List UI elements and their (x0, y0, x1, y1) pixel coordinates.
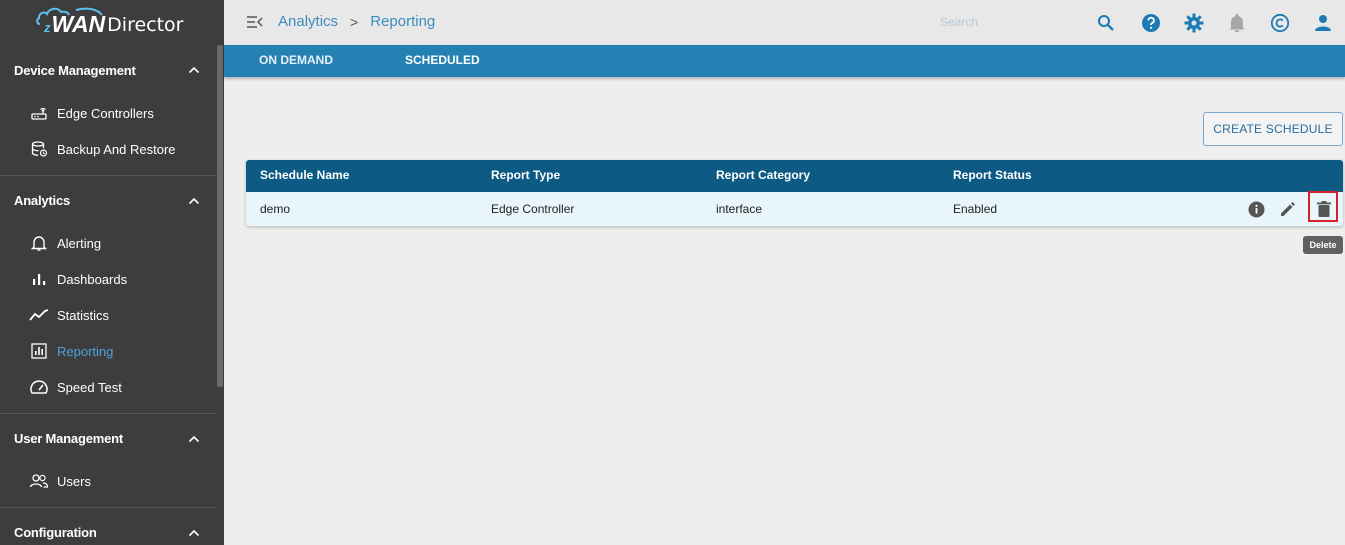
section-title: Configuration (14, 525, 97, 540)
info-icon[interactable] (1245, 198, 1267, 220)
sidebar-item-backup-restore[interactable]: Backup And Restore (0, 131, 224, 167)
report-tabs: ON DEMAND SCHEDULED (224, 45, 1345, 77)
sidebar-item-alerting[interactable]: Alerting (0, 225, 224, 261)
trend-line-icon (29, 305, 49, 325)
search-input[interactable] (940, 12, 1080, 32)
breadcrumb-reporting[interactable]: Reporting (370, 13, 435, 30)
chevron-up-icon[interactable] (188, 527, 200, 539)
create-schedule-button[interactable]: CREATE SCHEDULE (1203, 112, 1343, 146)
section-configuration[interactable]: Configuration (0, 507, 224, 545)
table-header: Schedule Name Report Type Report Categor… (246, 160, 1343, 192)
database-backup-icon (29, 139, 49, 159)
sidebar-item-reporting[interactable]: Reporting (0, 333, 224, 369)
bell-icon (29, 233, 49, 253)
table-row[interactable]: demo Edge Controller interface Enabled (246, 191, 1343, 226)
section-title: User Management (14, 431, 123, 446)
copyright-icon[interactable] (1269, 12, 1291, 34)
sidebar-item-dashboards[interactable]: Dashboards (0, 261, 224, 297)
sidebar-scrollbar-thumb[interactable] (217, 45, 223, 387)
sidebar-item-label: Speed Test (57, 379, 122, 395)
top-bar: Analytics > Reporting (224, 0, 1345, 45)
product-name: Director (107, 13, 184, 36)
sidebar: zWAN Director Device Management Edge Con… (0, 0, 224, 545)
delete-button-highlight (1308, 191, 1338, 222)
column-schedule-name[interactable]: Schedule Name (260, 160, 349, 191)
chevron-up-icon[interactable] (188, 195, 200, 207)
speedometer-icon (29, 377, 49, 397)
sidebar-item-label: Reporting (57, 343, 114, 359)
edit-icon[interactable] (1277, 198, 1299, 220)
help-icon[interactable] (1140, 12, 1162, 34)
chevron-up-icon[interactable] (188, 64, 200, 76)
sidebar-item-label: Backup And Restore (57, 141, 176, 157)
section-user-management[interactable]: User Management (0, 413, 224, 463)
sidebar-item-edge-controllers[interactable]: Edge Controllers (0, 95, 224, 131)
sidebar-item-users[interactable]: Users (0, 463, 224, 499)
router-icon (29, 103, 49, 123)
brand-name: zWAN (44, 11, 106, 37)
column-report-category[interactable]: Report Category (716, 160, 810, 191)
column-report-type[interactable]: Report Type (491, 160, 560, 191)
report-icon (29, 341, 49, 361)
breadcrumb-separator: > (350, 13, 359, 30)
settings-icon[interactable] (1183, 12, 1205, 34)
account-icon[interactable] (1312, 12, 1334, 34)
column-report-status[interactable]: Report Status (953, 160, 1032, 191)
app-logo[interactable]: zWAN Director (0, 0, 224, 45)
tab-on-demand[interactable]: ON DEMAND (259, 45, 333, 77)
breadcrumb: Analytics > Reporting (278, 13, 435, 30)
sidebar-item-label: Dashboards (57, 271, 128, 287)
section-title: Analytics (14, 193, 71, 208)
sidebar-item-speed-test[interactable]: Speed Test (0, 369, 224, 405)
section-title: Device Management (14, 62, 136, 78)
sidebar-item-statistics[interactable]: Statistics (0, 297, 224, 333)
notifications-icon[interactable] (1226, 12, 1248, 34)
cell-report-status: Enabled (953, 202, 998, 216)
sidebar-item-label: Edge Controllers (57, 105, 154, 121)
tab-scheduled[interactable]: SCHEDULED (405, 45, 480, 77)
menu-collapse-icon[interactable] (246, 13, 264, 31)
sidebar-item-label: Statistics (57, 307, 110, 323)
cell-report-type: Edge Controller (491, 202, 575, 216)
section-device-management[interactable]: Device Management (0, 45, 224, 95)
breadcrumb-analytics[interactable]: Analytics (278, 13, 338, 30)
cell-schedule-name: demo (260, 202, 291, 216)
sidebar-item-label: Users (57, 473, 91, 489)
search-icon[interactable] (1095, 12, 1117, 34)
chevron-up-icon[interactable] (188, 433, 200, 445)
section-analytics[interactable]: Analytics (0, 175, 224, 225)
schedule-table: Schedule Name Report Type Report Categor… (246, 160, 1343, 226)
cell-report-category: interface (716, 202, 763, 216)
delete-tooltip: Delete (1303, 236, 1343, 254)
users-icon (29, 471, 49, 491)
sidebar-item-label: Alerting (57, 235, 102, 251)
bar-chart-icon (29, 269, 49, 289)
